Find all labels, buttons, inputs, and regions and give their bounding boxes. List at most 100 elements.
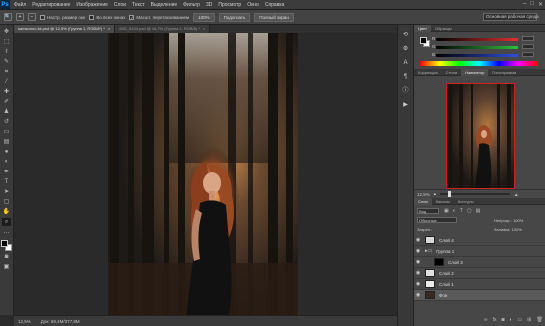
info-icon[interactable]: ⓘ xyxy=(401,87,410,96)
layer-row[interactable]: ◉ ▸▭ Группа 1 xyxy=(414,246,545,257)
tab-color[interactable]: Цвет xyxy=(414,24,431,32)
workspace-select[interactable]: Основная рабочая среда xyxy=(483,13,539,21)
lasso-tool-icon[interactable]: ℓ xyxy=(2,48,11,56)
tab-styles[interactable]: Стили xyxy=(442,69,462,76)
visibility-eye-icon[interactable]: ◉ xyxy=(414,281,422,287)
menu-view[interactable]: Просмотр xyxy=(218,2,241,8)
layer-filter-select[interactable]: Вид xyxy=(417,208,439,214)
actions-icon[interactable]: ▶ xyxy=(401,101,410,110)
fill-field[interactable]: Заливка: 100% xyxy=(494,227,522,232)
dodge-tool-icon[interactable]: ◐ xyxy=(2,158,11,166)
layer-row[interactable]: ◉ Фон xyxy=(414,290,545,301)
document-canvas-image[interactable] xyxy=(108,33,298,318)
menu-file[interactable]: Файл xyxy=(14,2,26,8)
gradient-tool-icon[interactable]: ▤ xyxy=(2,138,11,146)
filter-adjust-icon[interactable]: ◐ xyxy=(453,208,456,214)
fit-screen-button[interactable]: Подогнать xyxy=(218,12,251,22)
zoom-in-small-icon[interactable]: ▲ xyxy=(514,192,518,197)
eraser-tool-icon[interactable]: ▭ xyxy=(2,128,11,136)
properties-icon[interactable]: ⚙ xyxy=(401,45,410,54)
character-icon[interactable]: A xyxy=(401,59,410,68)
pen-tool-icon[interactable]: ✒ xyxy=(2,168,11,176)
new-layer-icon[interactable]: ⊞ xyxy=(527,317,531,323)
slider-b-value[interactable] xyxy=(522,52,534,57)
layer-row[interactable]: ◉ Слой 1 xyxy=(414,279,545,290)
zoom-out-small-icon[interactable]: ▴ xyxy=(434,191,436,197)
tab-swatches[interactable]: Образцы xyxy=(431,25,456,32)
menu-select[interactable]: Выделение xyxy=(151,2,178,8)
foreground-color-swatch[interactable] xyxy=(1,240,8,247)
visibility-eye-icon[interactable]: ◉ xyxy=(414,259,422,265)
brush-tool-icon[interactable]: ✐ xyxy=(2,98,11,106)
clone-stamp-tool-icon[interactable]: ♟ xyxy=(2,108,11,116)
crop-tool-icon[interactable]: ⌗ xyxy=(2,68,11,76)
navigator-preview[interactable] xyxy=(446,83,515,189)
menu-filter[interactable]: Фильтр xyxy=(183,2,200,8)
slider-r[interactable] xyxy=(436,38,518,41)
close-tab-icon[interactable]: × xyxy=(108,25,110,33)
slider-g[interactable] xyxy=(436,46,518,49)
menu-type[interactable]: Текст xyxy=(132,2,145,8)
close-button[interactable]: ✕ xyxy=(538,1,543,8)
link-icon[interactable]: ∞ xyxy=(484,317,488,323)
adjustment-icon[interactable]: ◐ xyxy=(510,317,513,323)
zoom-out-icon[interactable]: − xyxy=(28,13,36,21)
type-tool-icon[interactable]: T xyxy=(2,178,11,186)
scrubby-zoom-checkbox[interactable]: ✓ Масшт. перетаскиванием xyxy=(129,14,189,20)
color-ramp[interactable] xyxy=(420,61,538,66)
tab-document-1[interactable]: samsonov-kk.psd @ 12,5% (Группа 1, RGB/8… xyxy=(14,25,116,33)
layer-row[interactable]: ◉ Слой 3 xyxy=(414,257,545,268)
menu-layers[interactable]: Слои xyxy=(114,2,126,8)
visibility-eye-icon[interactable]: ◉ xyxy=(414,292,422,298)
tab-histogram[interactable]: Гистограмма xyxy=(488,69,520,76)
maximize-button[interactable]: □ xyxy=(530,1,534,8)
menu-window[interactable]: Окно xyxy=(247,2,259,8)
zoom-100-button[interactable]: 100% xyxy=(193,12,215,22)
opacity-field[interactable]: Непрозр.: 100% xyxy=(494,218,523,223)
color-swatches[interactable] xyxy=(1,240,12,251)
quick-select-tool-icon[interactable]: ✎ xyxy=(2,58,11,66)
slider-g-value[interactable] xyxy=(522,44,534,49)
screen-mode-icon[interactable]: ▣ xyxy=(2,263,11,271)
resize-windows-checkbox[interactable]: Настр. размер окн xyxy=(40,14,85,20)
slider-b[interactable] xyxy=(436,54,518,57)
tab-adjustments[interactable]: Коррекция xyxy=(414,69,442,76)
more-tools-icon[interactable]: … xyxy=(2,228,11,236)
blend-mode-select[interactable]: Обычные xyxy=(417,217,457,223)
tab-channels[interactable]: Каналы xyxy=(432,198,454,205)
path-select-tool-icon[interactable]: ➤ xyxy=(2,188,11,196)
mask-icon[interactable]: ◙ xyxy=(501,317,504,323)
visibility-eye-icon[interactable]: ◉ xyxy=(414,270,422,276)
marquee-tool-icon[interactable]: ⬚ xyxy=(2,38,11,46)
paragraph-icon[interactable]: ¶ xyxy=(401,73,410,82)
all-windows-checkbox[interactable]: Во всех окнах xyxy=(89,14,125,20)
zoom-level[interactable]: 12,5% xyxy=(18,319,31,324)
filter-pixel-icon[interactable]: ▣ xyxy=(444,208,449,214)
zoom-tool-icon[interactable]: 🔍 xyxy=(4,13,12,21)
hand-tool-icon[interactable]: ✋ xyxy=(2,208,11,216)
history-brush-tool-icon[interactable]: ↺ xyxy=(2,118,11,126)
zoom-tool-icon[interactable]: ⌕ xyxy=(2,218,11,226)
menu-3d[interactable]: 3D xyxy=(206,2,212,8)
history-icon[interactable]: ⟲ xyxy=(401,31,410,40)
slider-r-value[interactable] xyxy=(522,36,534,41)
close-tab-icon[interactable]: × xyxy=(203,25,205,33)
visibility-eye-icon[interactable]: ◉ xyxy=(414,237,422,243)
shape-tool-icon[interactable]: ▢ xyxy=(2,198,11,206)
eyedropper-tool-icon[interactable]: ⁄ xyxy=(2,78,11,86)
minimize-button[interactable]: – xyxy=(523,1,526,8)
menu-help[interactable]: Справка xyxy=(265,2,285,8)
group-icon[interactable]: ▭ xyxy=(518,317,523,323)
menu-image[interactable]: Изображение xyxy=(76,2,108,8)
filter-smart-icon[interactable]: ▤ xyxy=(476,208,481,214)
move-tool-icon[interactable]: ✥ xyxy=(2,28,11,36)
menu-edit[interactable]: Редактирование xyxy=(32,2,70,8)
tab-paths[interactable]: Контуры xyxy=(454,198,478,205)
visibility-eye-icon[interactable]: ◉ xyxy=(414,248,422,254)
layer-row[interactable]: ◉ Слой 2 xyxy=(414,268,545,279)
color-fg-bg-icon[interactable] xyxy=(420,37,430,47)
filter-shape-icon[interactable]: ▢ xyxy=(467,208,472,214)
fill-screen-button[interactable]: Полный экран xyxy=(254,12,294,22)
quick-mask-icon[interactable]: ◙ xyxy=(2,253,11,261)
zoom-in-icon[interactable]: + xyxy=(16,13,24,21)
